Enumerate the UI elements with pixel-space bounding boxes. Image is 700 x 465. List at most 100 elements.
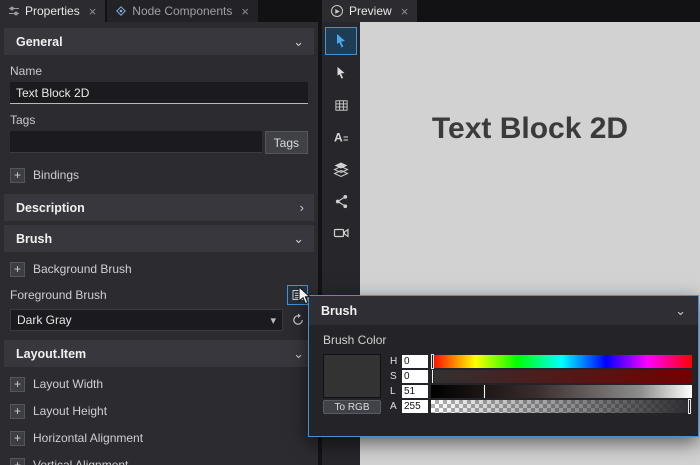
- tab-properties[interactable]: Properties ×: [0, 0, 105, 22]
- kanzi-studio-window: Properties × Node Components × General ⌄…: [0, 0, 700, 465]
- background-brush-label: Background Brush: [33, 262, 132, 276]
- section-layout-item[interactable]: Layout.Item ⌄: [4, 340, 314, 367]
- bindings-row[interactable]: + Bindings: [10, 165, 308, 185]
- tags-label: Tags: [10, 113, 308, 127]
- table-icon: [334, 98, 349, 113]
- section-brush[interactable]: Brush ⌄: [4, 225, 314, 252]
- alpha-label: A: [390, 401, 399, 412]
- select-cursor-icon: [333, 33, 349, 49]
- swatch-column: To RGB: [323, 354, 381, 414]
- slider-handle[interactable]: [431, 369, 434, 384]
- alpha-value[interactable]: 255: [402, 400, 428, 413]
- tab-node-components[interactable]: Node Components ×: [107, 0, 258, 22]
- to-rgb-button[interactable]: To RGB: [323, 400, 381, 414]
- background-brush-row[interactable]: + Background Brush: [10, 259, 308, 279]
- pointer-icon: [334, 66, 348, 80]
- saturation-value[interactable]: 0: [402, 370, 428, 383]
- pointer-tool-button[interactable]: [325, 59, 357, 87]
- grid-tool-button[interactable]: [325, 91, 357, 119]
- add-icon[interactable]: +: [10, 458, 25, 465]
- foreground-brush-value: Dark Gray: [17, 313, 72, 327]
- add-icon[interactable]: +: [10, 431, 25, 446]
- hue-value[interactable]: 0: [402, 355, 428, 368]
- layout-height-row[interactable]: + Layout Height: [10, 401, 308, 421]
- alpha-gradient: [431, 400, 692, 413]
- layout-width-label: Layout Width: [33, 377, 103, 391]
- section-general-label: General: [16, 35, 63, 49]
- lightness-label: L: [390, 386, 399, 397]
- horizontal-alignment-label: Horizontal Alignment: [33, 431, 143, 445]
- properties-panel: Properties × Node Components × General ⌄…: [0, 0, 318, 465]
- slider-handle[interactable]: [431, 354, 434, 369]
- lightness-value[interactable]: 51: [402, 385, 428, 398]
- node-graph-tool-button[interactable]: [325, 187, 357, 215]
- add-icon[interactable]: +: [10, 262, 25, 277]
- alpha-slider[interactable]: [431, 400, 692, 413]
- tab-preview[interactable]: ▶ Preview ×: [322, 0, 417, 22]
- section-general[interactable]: General ⌄: [4, 28, 314, 55]
- vertical-alignment-label: Vertical Alignment: [33, 458, 128, 465]
- saturation-row: S 0: [390, 369, 692, 383]
- chevron-down-icon: ⌄: [293, 231, 304, 247]
- saturation-label: S: [390, 371, 399, 382]
- reset-icon: [291, 313, 305, 327]
- section-description-label: Description: [16, 201, 85, 215]
- mouse-cursor: [298, 286, 314, 306]
- brush-color-editor: To RGB H 0 S 0 L 51: [309, 354, 698, 414]
- preview-tabbar: ▶ Preview ×: [322, 0, 700, 22]
- chevron-down-icon: ⌄: [293, 346, 304, 362]
- dropdown-caret-icon: ▾: [270, 314, 276, 327]
- section-description[interactable]: Description ›: [4, 194, 314, 221]
- foreground-brush-controls: Dark Gray ▾: [10, 309, 308, 331]
- tab-properties-label: Properties: [25, 4, 80, 18]
- tags-button[interactable]: Tags: [265, 131, 308, 154]
- chevron-down-icon: ⌄: [675, 303, 686, 319]
- brush-popup: Brush ⌄ Brush Color To RGB H 0 S 0: [308, 295, 699, 437]
- slider-handle[interactable]: [688, 399, 691, 414]
- camera-tool-button[interactable]: [325, 219, 357, 247]
- alpha-row: A 255: [390, 399, 692, 413]
- add-icon[interactable]: +: [10, 404, 25, 419]
- saturation-slider[interactable]: [431, 370, 692, 383]
- tab-preview-label: Preview: [349, 4, 392, 18]
- svg-text:A: A: [334, 131, 343, 145]
- hue-slider[interactable]: [431, 355, 692, 368]
- name-input[interactable]: [10, 82, 308, 104]
- play-icon: ▶: [331, 5, 343, 17]
- properties-content: General ⌄ Name Tags Tags + Bindings Desc…: [0, 22, 318, 465]
- text-tool-icon: A: [333, 129, 349, 145]
- vertical-alignment-row[interactable]: + Vertical Alignment: [10, 455, 308, 465]
- canvas-text-block: Text Block 2D: [432, 112, 628, 146]
- section-brush-label: Brush: [16, 232, 52, 246]
- layout-width-row[interactable]: + Layout Width: [10, 374, 308, 394]
- close-icon[interactable]: ×: [401, 5, 409, 18]
- hue-row: H 0: [390, 354, 692, 368]
- close-icon[interactable]: ×: [241, 5, 249, 18]
- foreground-brush-dropdown[interactable]: Dark Gray ▾: [10, 309, 283, 331]
- brush-popup-header[interactable]: Brush ⌄: [309, 296, 698, 325]
- foreground-brush-label: Foreground Brush: [10, 288, 107, 302]
- text-tool-button[interactable]: A: [325, 123, 357, 151]
- slider-handle[interactable]: [483, 384, 486, 399]
- lightness-slider[interactable]: [431, 385, 692, 398]
- horizontal-alignment-row[interactable]: + Horizontal Alignment: [10, 428, 308, 448]
- add-icon[interactable]: +: [10, 168, 25, 183]
- add-icon[interactable]: +: [10, 377, 25, 392]
- bindings-label: Bindings: [33, 168, 79, 182]
- tags-input[interactable]: [10, 131, 262, 153]
- reset-button[interactable]: [287, 310, 308, 330]
- brush-color-label: Brush Color: [309, 325, 698, 354]
- layers-tool-button[interactable]: [325, 155, 357, 183]
- tab-node-components-label: Node Components: [132, 4, 232, 18]
- layout-height-label: Layout Height: [33, 404, 107, 418]
- node-graph-icon: [334, 194, 349, 209]
- layers-icon: [333, 161, 349, 177]
- node-components-icon: [116, 6, 126, 16]
- close-icon[interactable]: ×: [89, 5, 97, 18]
- chevron-right-icon: ›: [300, 200, 304, 215]
- brush-popup-title: Brush: [321, 304, 357, 318]
- select-tool-button[interactable]: [325, 27, 357, 55]
- section-layout-item-label: Layout.Item: [16, 347, 86, 361]
- left-tabbar: Properties × Node Components ×: [0, 0, 318, 22]
- color-swatch: [323, 354, 381, 398]
